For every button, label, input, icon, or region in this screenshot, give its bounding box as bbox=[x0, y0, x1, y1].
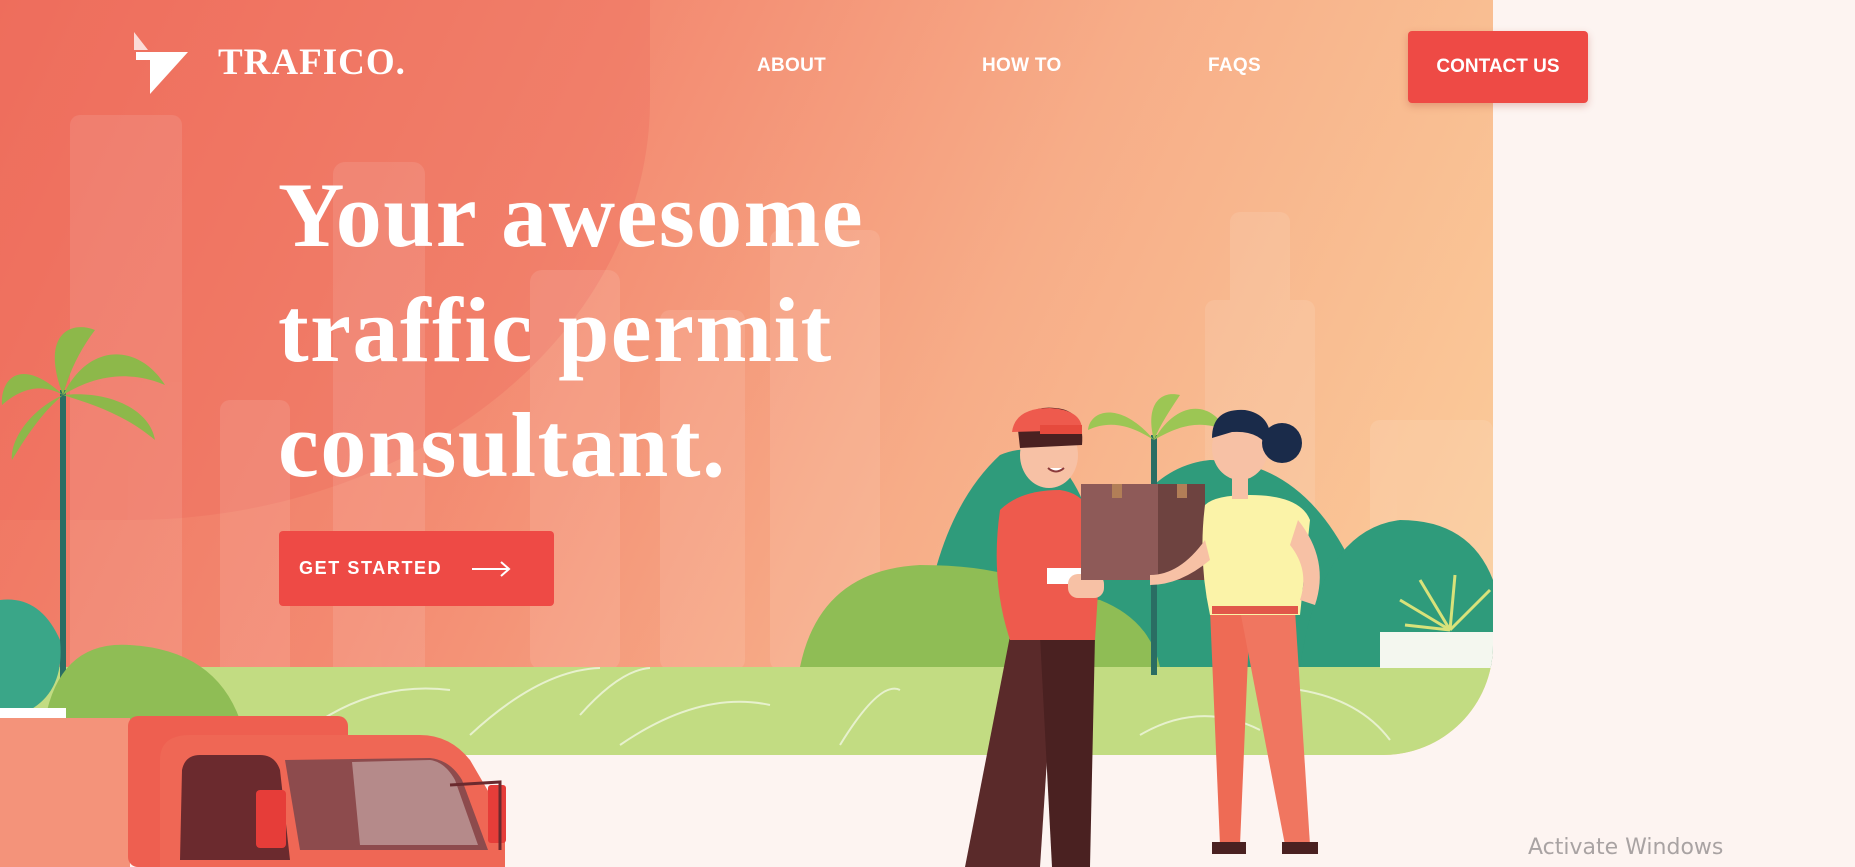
nav-link-faqs[interactable]: FAQS bbox=[1208, 55, 1261, 77]
get-started-label: GET STARTED bbox=[299, 558, 443, 578]
brand-name: TRAFICO. bbox=[218, 41, 406, 83]
hero-headline-line-1: Your awesome bbox=[278, 164, 865, 266]
hero-headline: Your awesome traffic permit consultant. bbox=[278, 158, 978, 503]
get-started-button[interactable]: GET STARTED bbox=[279, 531, 554, 606]
trafico-logo-icon bbox=[134, 32, 188, 94]
top-navigation: TRAFICO. ABOUT HOW TO FAQS CONTACT US bbox=[0, 0, 1855, 110]
activate-windows-watermark: Activate Windows bbox=[1528, 835, 1724, 860]
hero-headline-line-2: traffic permit bbox=[278, 279, 833, 381]
delivery-man-illustration bbox=[965, 407, 1104, 867]
nav-link-about[interactable]: ABOUT bbox=[757, 55, 826, 77]
woman-illustration bbox=[1150, 409, 1320, 854]
nav-link-how-to[interactable]: HOW TO bbox=[982, 55, 1062, 77]
brand-logo[interactable]: TRAFICO. bbox=[128, 30, 406, 94]
hero-headline-line-3: consultant. bbox=[278, 394, 727, 496]
truck-illustration bbox=[0, 716, 506, 867]
contact-us-button[interactable]: CONTACT US bbox=[1408, 31, 1588, 103]
arrow-right-icon bbox=[472, 560, 511, 577]
